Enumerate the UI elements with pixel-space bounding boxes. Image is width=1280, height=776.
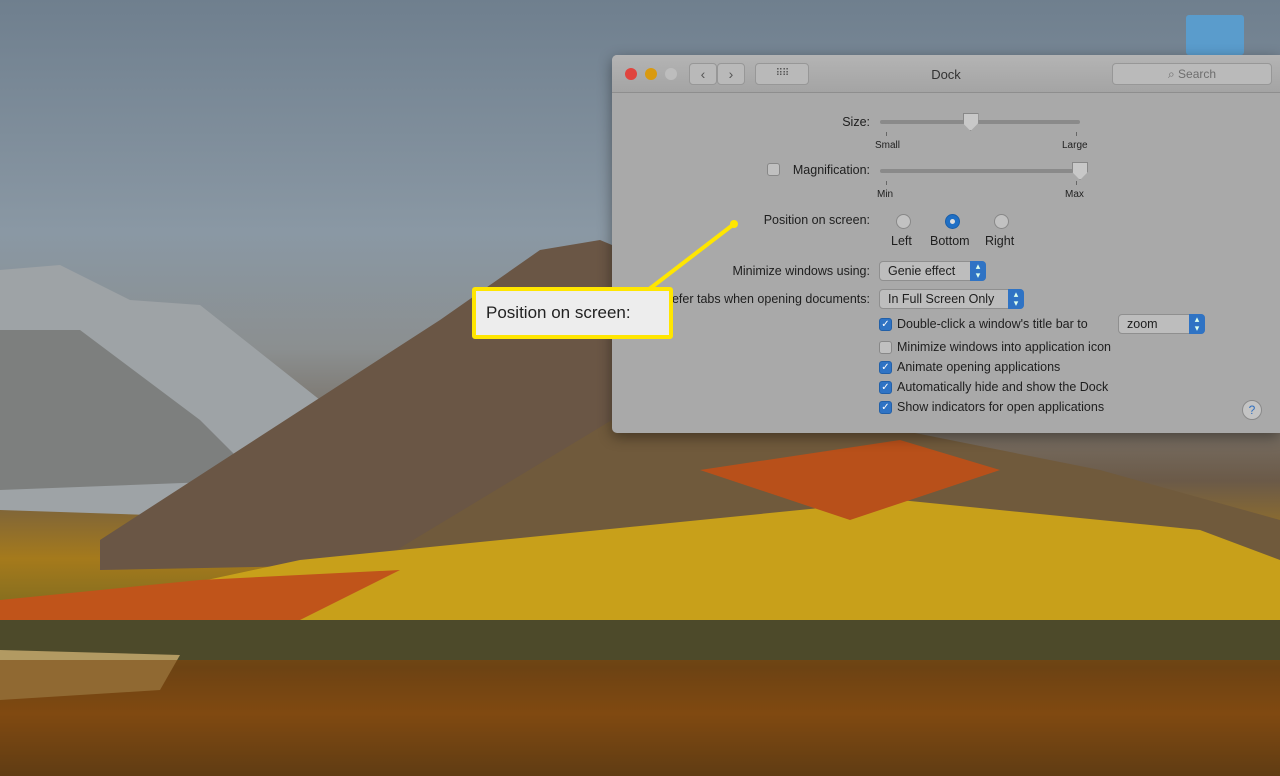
callout-pointer xyxy=(646,220,738,292)
callout-box: Position on screen: xyxy=(472,287,673,339)
callout-dot xyxy=(730,220,738,228)
callout-line xyxy=(646,222,736,292)
